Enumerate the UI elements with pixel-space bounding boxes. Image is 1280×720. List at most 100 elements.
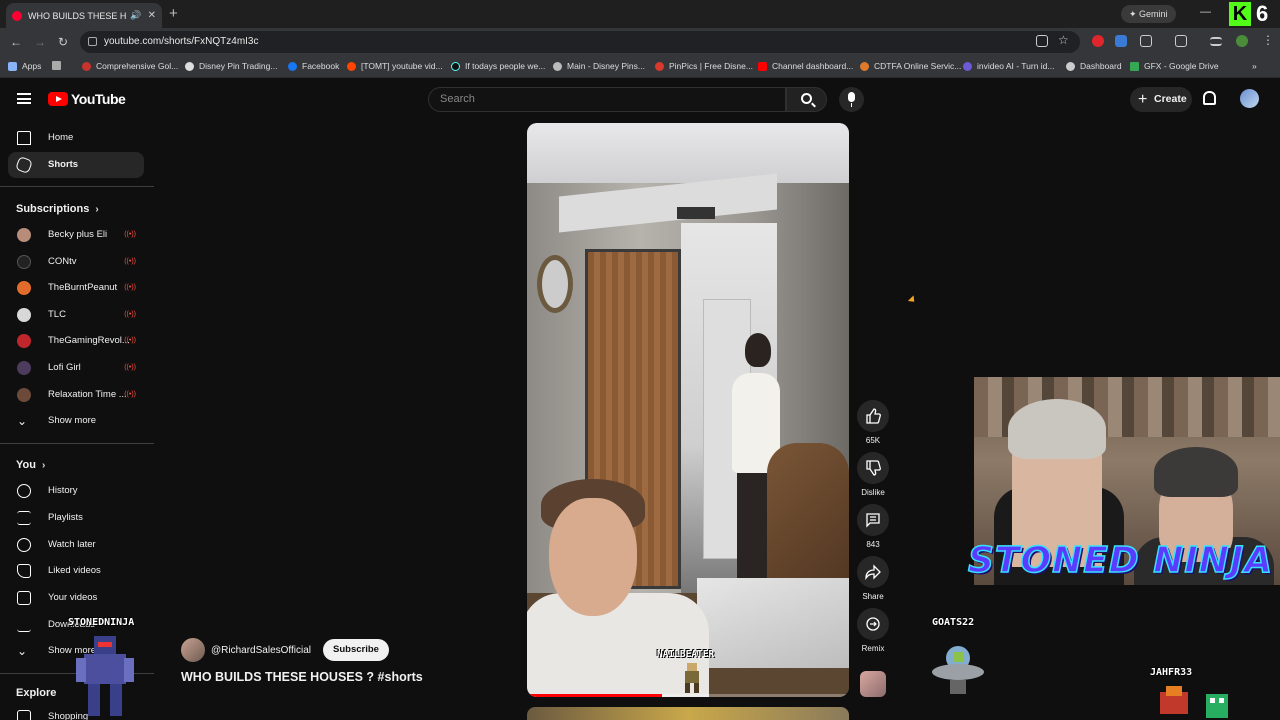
guide-sidebar: Home Shorts Subscriptions › Becky plus El… bbox=[0, 120, 154, 720]
bookmark-item[interactable]: Channel dashboard... bbox=[758, 61, 853, 71]
extension-blue-icon[interactable] bbox=[1115, 35, 1127, 47]
apps-grid-icon bbox=[8, 61, 17, 71]
live-icon: ((•)) bbox=[124, 231, 136, 238]
chevron-down-icon: ⌄ bbox=[17, 644, 28, 658]
close-tab-icon[interactable]: ✕ bbox=[148, 10, 156, 21]
comment-count: 843 bbox=[866, 540, 880, 549]
browser-menu-icon[interactable]: ⋮ bbox=[1262, 33, 1274, 47]
subscribe-button[interactable]: Subscribe bbox=[323, 639, 389, 661]
menu-icon[interactable] bbox=[17, 93, 31, 104]
extensions-icon[interactable] bbox=[1140, 35, 1152, 47]
sidebar-item-playlists[interactable]: Playlists bbox=[8, 505, 144, 531]
sound-thumbnail[interactable] bbox=[860, 671, 886, 697]
install-app-icon[interactable] bbox=[1036, 35, 1048, 47]
channel-avatar bbox=[17, 255, 31, 269]
remix-button[interactable] bbox=[857, 608, 889, 640]
sidebar-item-history[interactable]: History bbox=[8, 478, 144, 504]
video-progress-fill bbox=[527, 694, 663, 697]
sidebar-item-watch-later[interactable]: Watch later bbox=[8, 532, 144, 558]
new-tab-icon[interactable]: + bbox=[169, 5, 178, 22]
reading-list-icon[interactable] bbox=[1210, 37, 1222, 46]
pixel-creatures-sprite bbox=[1160, 686, 1228, 718]
sidebar-item-your-videos[interactable]: Your videos bbox=[8, 585, 144, 611]
sidebar-item-subscription[interactable]: Relaxation Time ... ((•)) bbox=[8, 382, 144, 408]
youtube-icon bbox=[758, 61, 767, 71]
grid-icon bbox=[52, 61, 61, 70]
you-heading[interactable]: You › bbox=[16, 459, 45, 471]
share-button[interactable] bbox=[857, 556, 889, 588]
youtube-header: YouTube Search + Create bbox=[0, 78, 1280, 120]
robot-sprite bbox=[76, 636, 134, 716]
url-bar[interactable]: youtube.com/shorts/FxNQTz4mI3c bbox=[80, 31, 1080, 53]
sidebar-item-subscription[interactable]: TheGamingRevol... ((•)) bbox=[8, 328, 144, 354]
bookmark-item[interactable]: Facebook bbox=[288, 61, 339, 71]
sidebar-item-home[interactable]: Home bbox=[8, 125, 144, 151]
site-info-icon[interactable] bbox=[88, 37, 97, 46]
create-button[interactable]: + Create bbox=[1130, 87, 1192, 112]
remix-action[interactable]: Remix bbox=[857, 608, 889, 653]
comments-button[interactable] bbox=[857, 504, 889, 536]
sidebar-item-shorts[interactable]: Shorts bbox=[8, 152, 144, 178]
bookmark-item[interactable]: Comprehensive Gol... bbox=[82, 61, 178, 71]
dislike-button[interactable] bbox=[857, 452, 889, 484]
bookmark-grid[interactable] bbox=[52, 61, 66, 70]
bookmark-item[interactable]: CDTFA Online Servic... bbox=[860, 61, 961, 71]
sidebar-item-subscription[interactable]: CONtv ((•)) bbox=[8, 249, 144, 275]
notifications-bell-icon[interactable] bbox=[1203, 91, 1216, 105]
share-action[interactable]: Share bbox=[857, 556, 889, 601]
subscriptions-heading[interactable]: Subscriptions › bbox=[16, 203, 99, 215]
playlists-icon bbox=[17, 511, 31, 525]
sidebar-item-subscription[interactable]: Lofi Girl ((•)) bbox=[8, 355, 144, 381]
sidebar-item-subscription[interactable]: TLC ((•)) bbox=[8, 302, 144, 328]
back-icon[interactable]: ← bbox=[10, 35, 22, 49]
reload-icon[interactable]: ↻ bbox=[58, 35, 68, 49]
video-progress-bar[interactable] bbox=[527, 694, 849, 697]
browser-tab-active[interactable]: WHO BUILDS THESE HOUS 🔊 ✕ bbox=[6, 3, 162, 28]
bookmark-item[interactable]: Dashboard bbox=[1066, 61, 1122, 71]
shorts-icon bbox=[15, 156, 33, 174]
more-bookmarks-icon[interactable]: » bbox=[1252, 61, 1257, 71]
channel-avatar bbox=[17, 388, 31, 402]
youtube-logo[interactable]: YouTube bbox=[48, 91, 126, 107]
bookmark-item[interactable]: Main - Disney Pins... bbox=[553, 61, 645, 71]
minimize-icon[interactable]: — bbox=[1200, 6, 1211, 18]
dislike-action[interactable]: Dislike bbox=[857, 452, 889, 497]
speaker-icon[interactable]: 🔊 bbox=[130, 10, 141, 21]
stream-name-center: GOATS22 bbox=[932, 617, 975, 628]
like-action[interactable]: 65K bbox=[857, 400, 889, 445]
short-video-player[interactable]: NAILBEATER bbox=[527, 123, 849, 697]
search-input[interactable]: Search bbox=[428, 87, 786, 112]
extension-red-icon[interactable] bbox=[1092, 35, 1104, 47]
url-text: youtube.com/shorts/FxNQTz4mI3c bbox=[104, 36, 259, 47]
forward-icon[interactable]: → bbox=[34, 35, 46, 49]
sidebar-item-subscription[interactable]: Becky plus Eli ((•)) bbox=[8, 222, 144, 248]
bookmark-star-icon[interactable]: ☆ bbox=[1058, 33, 1070, 47]
gemini-button[interactable]: ✦ Gemini bbox=[1121, 5, 1176, 23]
like-button[interactable] bbox=[857, 400, 889, 432]
account-avatar[interactable] bbox=[1240, 89, 1259, 108]
youtube-favicon-icon bbox=[12, 10, 22, 21]
bookmark-item[interactable]: If todays people we... bbox=[451, 61, 545, 71]
voice-search-button[interactable] bbox=[839, 87, 864, 112]
invideo-icon bbox=[963, 61, 972, 71]
address-toolbar: ← → ↻ youtube.com/shorts/FxNQTz4mI3c bbox=[0, 28, 1280, 56]
download-icon bbox=[17, 618, 31, 632]
profile-avatar-icon[interactable] bbox=[1236, 35, 1248, 47]
history-icon bbox=[17, 484, 31, 498]
sidebar-show-more-subscriptions[interactable]: ⌄ Show more bbox=[8, 408, 144, 434]
remix-icon bbox=[866, 617, 880, 631]
sidebar-item-subscription[interactable]: TheBurntPeanut ((•)) bbox=[8, 275, 144, 301]
comments-action[interactable]: 843 bbox=[857, 504, 889, 549]
bookmark-item[interactable]: GFX - Google Drive bbox=[1130, 61, 1219, 71]
bookmark-item[interactable]: invideo AI - Turn id... bbox=[963, 61, 1054, 71]
bookmark-item[interactable]: PinPics | Free Disne... bbox=[655, 61, 753, 71]
channel-avatar[interactable] bbox=[181, 638, 205, 662]
side-panel-icon[interactable] bbox=[1175, 35, 1187, 47]
bookmark-apps[interactable]: Apps bbox=[8, 61, 41, 71]
channel-handle[interactable]: @RichardSalesOfficial bbox=[211, 645, 311, 656]
next-short-preview[interactable] bbox=[527, 707, 849, 720]
search-button[interactable] bbox=[786, 87, 827, 112]
sidebar-item-liked-videos[interactable]: Liked videos bbox=[8, 558, 144, 584]
bookmark-item[interactable]: Disney Pin Trading... bbox=[185, 61, 277, 71]
bookmark-item[interactable]: [TOMT] youtube vid... bbox=[347, 61, 443, 71]
